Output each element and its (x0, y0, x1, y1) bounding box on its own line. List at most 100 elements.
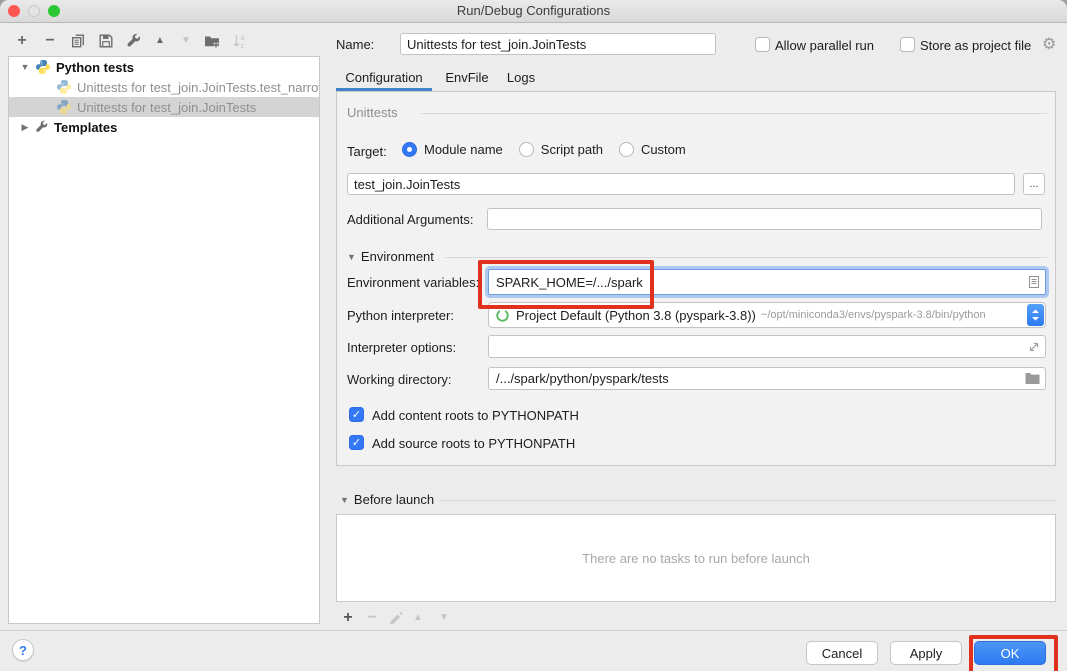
before-launch-move-up-button: ▲ (410, 610, 426, 626)
wrench-icon (35, 120, 49, 134)
sidebar-item-unittests-selected[interactable]: Unittests for test_join.JoinTests (9, 97, 319, 117)
before-launch-empty-message: There are no tasks to run before launch (582, 551, 810, 566)
cancel-button[interactable]: Cancel (806, 641, 878, 665)
new-folder-icon (204, 33, 220, 49)
edit-templates-button[interactable] (126, 33, 142, 49)
environment-variables-label: Environment variables: (347, 275, 479, 290)
svg-text:z: z (241, 43, 245, 49)
store-as-project-file-checkbox[interactable] (900, 37, 915, 52)
python-interpreter-select[interactable]: Project Default (Python 3.8 (pyspark-3.8… (488, 302, 1046, 328)
target-input[interactable] (347, 173, 1015, 195)
sidebar-item-label: Unittests for test_join.JoinTests.test_n… (77, 80, 319, 95)
additional-arguments-label: Additional Arguments: (347, 212, 473, 227)
add-content-roots-checkbox[interactable]: ✓ (349, 407, 364, 422)
remove-configuration-button[interactable]: − (42, 33, 58, 49)
collapse-arrow-icon: ▼ (347, 252, 356, 262)
ellipsis-icon: ... (1029, 178, 1038, 190)
move-up-icon: ▲ (413, 610, 423, 626)
sidebar-item-templates[interactable]: ▶ Templates (9, 117, 319, 137)
check-icon: ✓ (352, 436, 361, 449)
interpreter-options-field[interactable] (488, 335, 1046, 358)
help-button[interactable]: ? (12, 639, 34, 661)
remove-icon: − (45, 33, 54, 49)
tree-expanded-icon[interactable]: ▼ (19, 62, 31, 72)
folder-icon[interactable] (1025, 372, 1040, 385)
sidebar-item-python-tests[interactable]: ▼ Python tests (9, 57, 319, 77)
group-separator (445, 257, 1047, 258)
target-radio-group: Module name Script path Custom (402, 142, 686, 157)
move-down-icon: ▼ (181, 33, 191, 49)
environment-section-header[interactable]: ▼ Environment (347, 249, 434, 264)
save-configuration-button[interactable] (98, 33, 114, 49)
environment-variables-field[interactable] (488, 269, 1046, 295)
tab-configuration[interactable]: Configuration (336, 66, 432, 91)
python-icon (56, 79, 72, 95)
sidebar-item-label: Python tests (56, 60, 134, 75)
python-icon (56, 99, 72, 115)
environment-variables-input[interactable] (494, 274, 1028, 291)
copy-icon (70, 33, 86, 49)
before-launch-move-down-button: ▼ (436, 610, 452, 626)
sidebar-item-label: Templates (54, 120, 117, 135)
target-label: Target: (347, 144, 387, 159)
radio-custom[interactable] (619, 142, 634, 157)
add-configuration-button[interactable]: + (14, 33, 30, 49)
working-directory-input[interactable] (494, 370, 1025, 387)
before-launch-edit-button (388, 610, 404, 626)
title-bar: Run/Debug Configurations (0, 0, 1067, 23)
tab-logs[interactable]: Logs (502, 66, 540, 88)
name-label: Name: (336, 37, 374, 52)
interpreter-options-input[interactable] (494, 338, 1028, 355)
radio-script-path[interactable] (519, 142, 534, 157)
radio-module-name[interactable] (402, 142, 417, 157)
environment-group-label: Environment (361, 249, 434, 264)
wrench-icon (126, 33, 142, 49)
footer-separator (0, 630, 1067, 631)
name-input[interactable] (400, 33, 716, 55)
window-title: Run/Debug Configurations (0, 0, 1067, 22)
ok-button[interactable]: OK (974, 641, 1046, 665)
add-source-roots-checkbox[interactable]: ✓ (349, 435, 364, 450)
configurations-tree: ▼ Python tests Unittests for test_join.J… (8, 56, 320, 624)
gear-icon[interactable]: ⚙ (1042, 34, 1056, 54)
svg-text:a: a (241, 35, 245, 42)
check-icon: ✓ (352, 408, 361, 421)
working-directory-field[interactable] (488, 367, 1046, 390)
tab-label: EnvFile (445, 70, 488, 85)
tree-collapsed-icon[interactable]: ▶ (19, 122, 31, 133)
expand-field-icon[interactable] (1028, 341, 1040, 353)
run-debug-configurations-dialog: Run/Debug Configurations + − ▲ ▼ (0, 0, 1067, 671)
additional-arguments-input[interactable] (487, 208, 1042, 230)
env-vars-browse-icon[interactable] (1028, 275, 1040, 289)
pencil-icon (389, 611, 403, 625)
conda-env-icon (495, 308, 510, 323)
copy-configuration-button[interactable] (70, 33, 86, 49)
dropdown-stepper-icon[interactable] (1027, 304, 1044, 326)
move-down-icon: ▼ (439, 610, 449, 626)
tab-label: Logs (507, 70, 535, 85)
apply-button[interactable]: Apply (890, 641, 962, 665)
before-launch-section-header[interactable]: ▼ Before launch (340, 492, 434, 507)
group-separator (440, 500, 1056, 501)
sidebar-item-unittests-test-narrow[interactable]: Unittests for test_join.JoinTests.test_n… (9, 77, 319, 97)
move-up-icon: ▲ (155, 33, 165, 49)
tab-envfile[interactable]: EnvFile (444, 66, 490, 88)
before-launch-task-list: There are no tasks to run before launch (336, 514, 1056, 602)
ok-label: OK (1001, 646, 1020, 661)
allow-parallel-run-checkbox[interactable] (755, 37, 770, 52)
sort-az-icon: a z (232, 33, 248, 49)
save-icon (98, 33, 114, 49)
python-interpreter-label: Python interpreter: (347, 308, 454, 323)
before-launch-add-button[interactable]: + (340, 610, 356, 626)
radio-custom-label: Custom (641, 142, 686, 157)
tab-label: Configuration (345, 70, 422, 85)
before-launch-remove-button: − (364, 610, 380, 626)
create-folder-button[interactable] (204, 33, 220, 49)
browse-target-button[interactable]: ... (1023, 173, 1045, 195)
question-icon: ? (19, 643, 27, 658)
sidebar-item-label: Unittests for test_join.JoinTests (77, 100, 256, 115)
working-directory-label: Working directory: (347, 372, 452, 387)
radio-script-path-label: Script path (541, 142, 603, 157)
move-up-button[interactable]: ▲ (152, 33, 168, 49)
cancel-label: Cancel (822, 646, 862, 661)
